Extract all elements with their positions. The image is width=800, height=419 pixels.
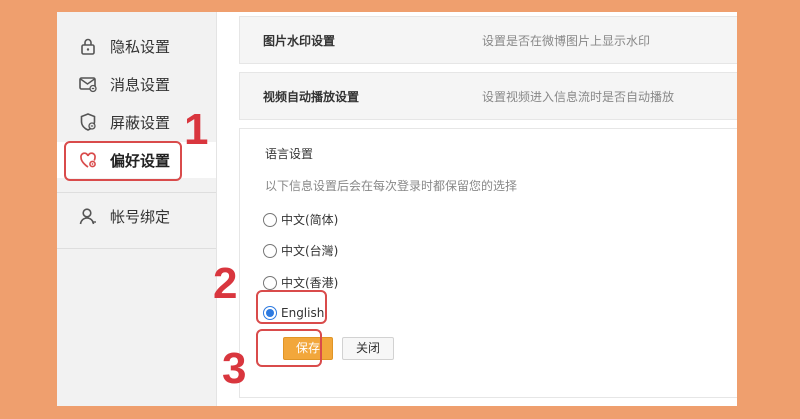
sidebar-divider bbox=[57, 248, 216, 249]
radio-label: 中文(台灣) bbox=[281, 244, 339, 258]
autoplay-setting-desc: 设置视频进入信息流时是否自动播放 bbox=[482, 90, 675, 104]
sidebar-item-label: 屏蔽设置 bbox=[110, 113, 171, 132]
sidebar-item-privacy[interactable]: 隐私设置 bbox=[57, 28, 216, 64]
save-highlight-box bbox=[256, 329, 322, 367]
english-highlight-box bbox=[256, 290, 327, 324]
step-number-3: 3 bbox=[222, 344, 247, 393]
close-button[interactable]: 关闭 bbox=[342, 337, 394, 360]
step-number-2: 2 bbox=[213, 259, 238, 308]
radio-label: 中文(香港) bbox=[281, 276, 339, 290]
sidebar-item-label: 帐号绑定 bbox=[110, 207, 171, 226]
sidebar-item-label: 消息设置 bbox=[110, 75, 171, 94]
language-settings-title: 语言设置 bbox=[265, 147, 314, 161]
preferences-highlight-box bbox=[64, 141, 182, 181]
radio-simplified-chinese[interactable]: 中文(简体) bbox=[263, 211, 338, 228]
radio-traditional-chinese-hongkong[interactable]: 中文(香港) bbox=[263, 274, 338, 291]
watermark-setting-title: 图片水印设置 bbox=[263, 34, 336, 48]
step-number-1: 1 bbox=[184, 105, 209, 154]
watermark-setting-desc: 设置是否在微博图片上显示水印 bbox=[482, 34, 651, 48]
autoplay-setting-title: 视频自动播放设置 bbox=[263, 90, 360, 104]
radio-button[interactable] bbox=[263, 275, 277, 290]
radio-button[interactable] bbox=[263, 212, 277, 227]
sidebar-item-messages[interactable]: 消息设置 bbox=[57, 66, 216, 102]
watermark-setting-row[interactable]: 图片水印设置 设置是否在微博图片上显示水印 bbox=[239, 16, 737, 64]
user-icon bbox=[78, 206, 98, 226]
language-settings-desc: 以下信息设置后会在每次登录时都保留您的选择 bbox=[265, 179, 518, 193]
sidebar-item-label: 隐私设置 bbox=[110, 37, 171, 56]
autoplay-setting-row[interactable]: 视频自动播放设置 设置视频进入信息流时是否自动播放 bbox=[239, 72, 737, 120]
settings-window: 隐私设置 消息设置 屏蔽设置 偏好设置 帐号绑定 图片水印设置 设置是否在微博图… bbox=[57, 12, 737, 406]
lock-icon bbox=[78, 36, 98, 56]
radio-button[interactable] bbox=[263, 243, 277, 258]
sidebar: 隐私设置 消息设置 屏蔽设置 偏好设置 帐号绑定 bbox=[57, 12, 217, 406]
radio-label: 中文(简体) bbox=[281, 213, 339, 227]
radio-traditional-chinese-taiwan[interactable]: 中文(台灣) bbox=[263, 242, 338, 259]
sidebar-divider bbox=[57, 192, 216, 193]
message-icon bbox=[78, 74, 98, 94]
shield-icon bbox=[78, 112, 98, 132]
sidebar-item-account-binding[interactable]: 帐号绑定 bbox=[57, 198, 216, 234]
